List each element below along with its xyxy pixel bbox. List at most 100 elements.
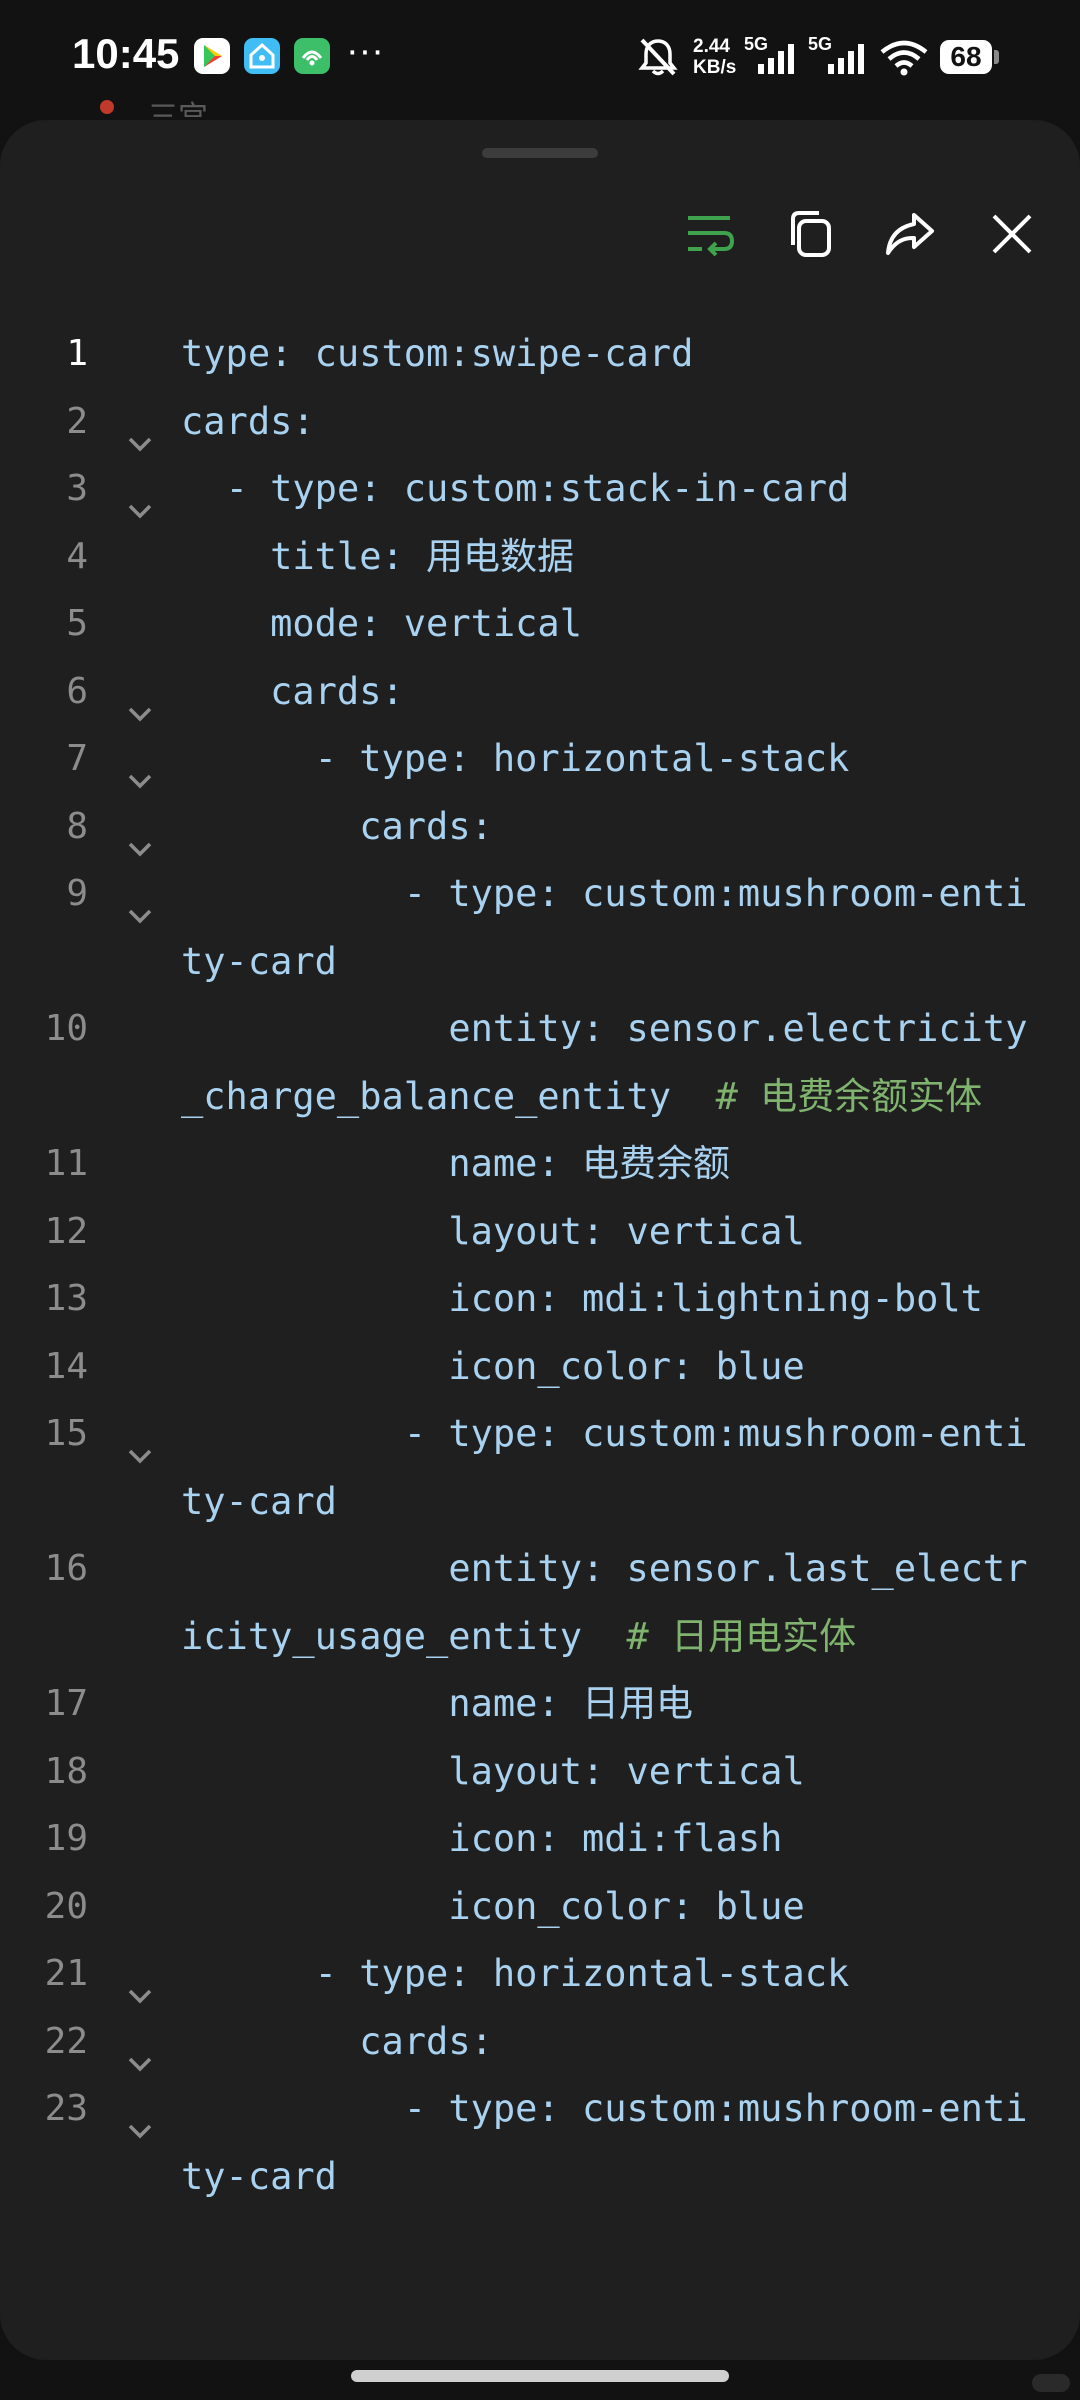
close-button[interactable] (976, 200, 1048, 272)
code-content: - type: custom:mushroom-entity-card (181, 1412, 1028, 1523)
copy-icon (785, 209, 835, 263)
code-line: 17 name: 日用电 (0, 1670, 1080, 1738)
code-text: layout: vertical (181, 1738, 1031, 1806)
line-number: 19 (44, 1818, 88, 1859)
code-content: cards: (181, 804, 493, 848)
code-content: type: custom:swipe-card (181, 332, 694, 375)
code-line: 20 icon_color: blue (0, 1873, 1080, 1941)
code-content: - type: custom:mushroom-entity-card (181, 2087, 1028, 2198)
line-number: 21 (44, 1953, 88, 1994)
code-content: - type: horizontal-stack (181, 737, 850, 780)
code-text: - type: custom:mushroom-entity-card (181, 2075, 1031, 2210)
chevron-down-icon[interactable] (126, 680, 154, 721)
chevron-down-icon[interactable] (126, 2097, 154, 2139)
record-dot (100, 100, 114, 114)
code-text: cards: (181, 793, 1031, 861)
battery-icon: 68 (940, 40, 992, 74)
line-number: 1 (66, 333, 88, 374)
line-number: 3 (66, 468, 88, 509)
line-number: 23 (44, 2088, 88, 2129)
wrap-lines-button[interactable] (674, 200, 746, 272)
code-text: name: 日用电 (181, 1670, 1031, 1738)
code-text: cards: (181, 658, 1031, 726)
code-line: 2 cards: (0, 388, 1080, 456)
code-line: 3 - type: custom:stack-in-card (0, 455, 1080, 523)
line-number: 20 (44, 1885, 88, 1927)
code-text: icon_color: blue (181, 1873, 1031, 1941)
share-button[interactable] (874, 200, 946, 272)
code-block[interactable]: 1 type: custom:swipe-card 2 cards: 3 - type:… (0, 320, 1080, 2210)
code-text: - type: custom:mushroom-entity-card (181, 1400, 1031, 1535)
share-icon (884, 209, 936, 263)
drag-handle[interactable] (482, 148, 598, 158)
net-speed: 2.44 KB/s (693, 36, 736, 78)
code-text: - type: custom:mushroom-entity-card (181, 860, 1031, 995)
chevron-down-icon[interactable] (126, 1962, 154, 2004)
line-number: 8 (66, 805, 88, 847)
chevron-down-icon[interactable] (126, 477, 154, 519)
line-number: 2 (66, 400, 88, 442)
code-text: icon: mdi:lightning-bolt (181, 1265, 1031, 1333)
chevron-down-icon[interactable] (126, 815, 154, 856)
chevron-down-icon[interactable] (126, 747, 154, 789)
chevron-down-icon[interactable] (126, 410, 154, 451)
code-content: icon_color: blue (181, 1884, 805, 1928)
code-content: - type: horizontal-stack (181, 1952, 850, 1995)
code-text: cards: (181, 2008, 1031, 2076)
code-content: name: 日用电 (181, 1682, 693, 1725)
home-indicator[interactable] (351, 2370, 729, 2382)
status-more: ··· (346, 30, 384, 72)
code-content: - type: custom:stack-in-card (181, 467, 850, 510)
code-line: 4 title: 用电数据 (0, 523, 1080, 591)
line-number: 13 (44, 1278, 88, 1319)
code-text: title: 用电数据 (181, 523, 1031, 591)
watermark (1032, 2374, 1070, 2392)
chevron-down-icon[interactable] (126, 882, 154, 924)
line-number: 22 (44, 2020, 88, 2062)
code-content: icon_color: blue (181, 1344, 805, 1388)
code-line: 21 - type: horizontal-stack (0, 1940, 1080, 2008)
code-content: layout: vertical (181, 1749, 805, 1793)
code-text: entity: sensor.electricity_charge_balanc… (181, 995, 1031, 1130)
code-text: - type: custom:stack-in-card (181, 455, 1031, 523)
code-text: mode: vertical (181, 590, 1031, 658)
chevron-down-icon[interactable] (126, 1422, 154, 1464)
status-time: 10:45 (72, 30, 180, 77)
code-text: - type: horizontal-stack (181, 725, 1031, 793)
chevron-down-icon[interactable] (126, 2030, 154, 2071)
mute-icon (636, 36, 680, 82)
google-play-icon (194, 38, 230, 74)
code-content: mode: vertical (181, 602, 582, 645)
code-content: layout: vertical (181, 1209, 805, 1253)
code-content: title: 用电数据 (181, 534, 575, 578)
code-content: entity: sensor.last_electricity_usage_en… (181, 1547, 1028, 1658)
close-icon (989, 211, 1035, 261)
code-line: 19 icon: mdi:flash (0, 1805, 1080, 1873)
copy-button[interactable] (774, 200, 846, 272)
code-content: - type: custom:mushroom-entity-card (181, 872, 1028, 983)
code-line: 7 - type: horizontal-stack (0, 725, 1080, 793)
code-content: cards: (181, 669, 404, 713)
code-content: icon: mdi:flash (181, 1817, 783, 1860)
line-number: 7 (66, 738, 88, 779)
code-line: 23 - type: custom:mushroom-entity-card (0, 2075, 1080, 2210)
code-text: cards: (181, 388, 1031, 456)
code-line: 18 layout: vertical (0, 1738, 1080, 1806)
code-text: - type: horizontal-stack (181, 1940, 1031, 2008)
wrap-lines-icon (684, 209, 736, 263)
code-line: 10 entity: sensor.electricity_charge_bal… (0, 995, 1080, 1130)
line-number: 17 (44, 1683, 88, 1724)
wifi-icon (880, 40, 928, 80)
line-number: 18 (44, 1750, 88, 1792)
code-line: 13 icon: mdi:lightning-bolt (0, 1265, 1080, 1333)
line-number: 14 (44, 1345, 88, 1387)
code-content: icon: mdi:lightning-bolt (181, 1277, 983, 1320)
code-line: 14 icon_color: blue (0, 1333, 1080, 1401)
code-text: icon_color: blue (181, 1333, 1031, 1401)
line-number: 4 (66, 535, 88, 577)
code-line: 9 - type: custom:mushroom-entity-card (0, 860, 1080, 995)
code-comment: # 日用电实体 (626, 1614, 857, 1658)
net-speed-value: 2.44 (693, 36, 730, 57)
code-line: 15 - type: custom:mushroom-entity-card (0, 1400, 1080, 1535)
code-line: 5 mode: vertical (0, 590, 1080, 658)
